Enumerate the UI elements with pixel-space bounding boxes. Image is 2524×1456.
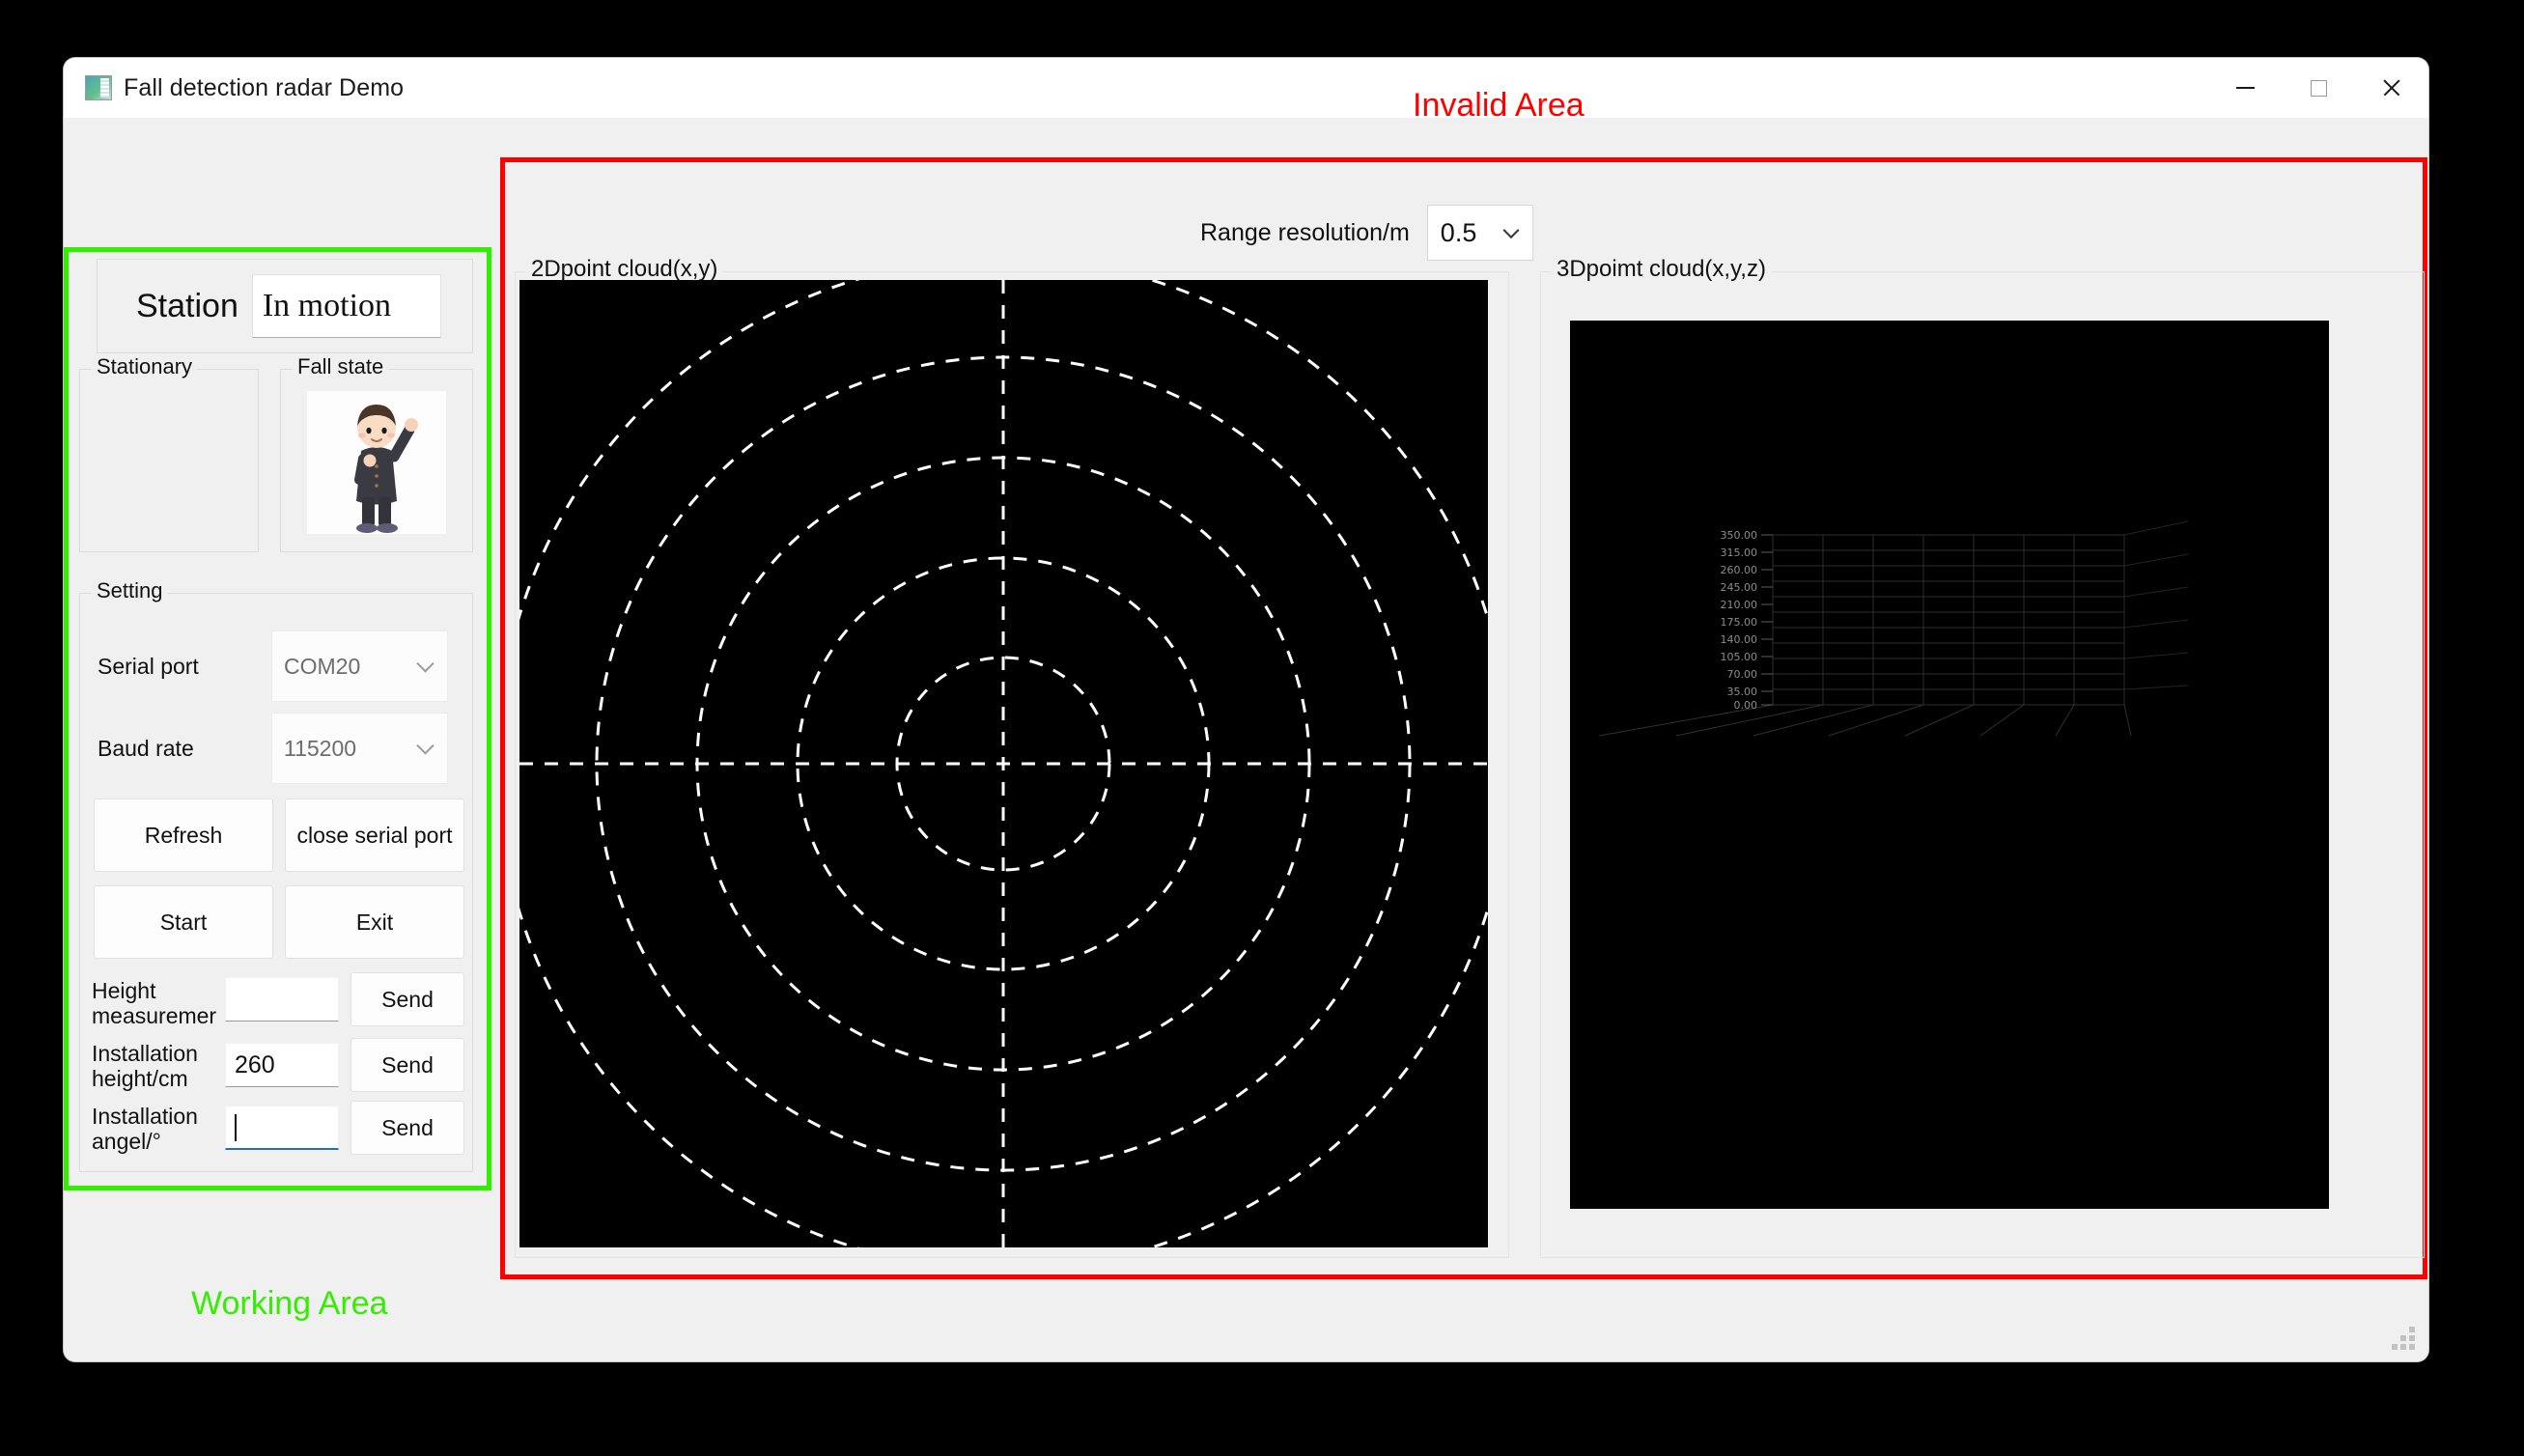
fall-state-group: Fall state: [280, 354, 473, 552]
person-standing-waving-icon: [307, 391, 446, 534]
refresh-button[interactable]: Refresh: [94, 798, 273, 872]
window-title: Fall detection radar Demo: [124, 73, 405, 101]
serial-port-value: COM20: [284, 653, 361, 679]
chevron-down-icon: [416, 655, 435, 673]
installation-angle-label: Installation angel/°: [92, 1104, 198, 1155]
installation-height-input[interactable]: 260: [225, 1043, 339, 1087]
setting-group-title: Setting: [92, 578, 168, 603]
baud-rate-label: Baud rate: [98, 736, 194, 761]
height-measurement-input[interactable]: [225, 977, 339, 1022]
station-label: Station: [136, 287, 238, 324]
perspective-3d-grid: 350.00 315.00 260.00 245.00 210.00 175.00 140.…: [1570, 321, 2329, 1209]
chevron-down-icon: [1502, 222, 1520, 239]
height-measurement-send-button[interactable]: Send: [351, 972, 464, 1026]
installation-height-label: Installation height/cm: [92, 1041, 198, 1092]
station-value-field[interactable]: In motion: [251, 274, 441, 338]
station-group: Station In motion: [97, 259, 473, 353]
range-resolution-value: 0.5: [1440, 217, 1477, 247]
title-bar: Fall detection radar Demo: [64, 58, 2428, 118]
z-axis-tick-label: 350.00: [1721, 529, 1758, 542]
maximize-icon: [2310, 79, 2327, 97]
serial-port-select[interactable]: COM20: [271, 630, 448, 702]
point-cloud-2d-canvas[interactable]: [495, 256, 1511, 1272]
maximize-button[interactable]: [2282, 58, 2355, 118]
plot-3d-title: 3Dpoimt cloud(x,y,z): [1551, 256, 1772, 283]
working-area-panel: Station In motion Stationary Fall state: [70, 253, 486, 1185]
z-axis-tick-label: 0.00: [1734, 699, 1758, 712]
close-icon: [2382, 78, 2401, 98]
exit-button[interactable]: Exit: [285, 885, 464, 959]
point-cloud-3d-canvas[interactable]: 350.00 315.00 260.00 245.00 210.00 175.00 140.…: [1570, 321, 2329, 1209]
minimize-button[interactable]: [2208, 58, 2282, 118]
z-axis-tick-label: 210.00: [1721, 599, 1758, 611]
close-serial-port-button[interactable]: close serial port: [285, 798, 464, 872]
chevron-down-icon: [416, 737, 435, 755]
close-button[interactable]: [2355, 58, 2428, 118]
range-resolution-row: Range resolution/m 0.5: [1200, 205, 1533, 261]
radar-polar-plot: [495, 256, 1511, 1272]
installation-height-send-button[interactable]: Send: [351, 1038, 464, 1092]
z-axis-tick-label: 105.00: [1721, 651, 1758, 663]
z-axis-tick-label: 260.00: [1721, 564, 1758, 576]
invalid-area-annotation: Invalid Area: [1413, 87, 1585, 124]
plot-2d-title: 2Dpoint cloud(x,y): [525, 256, 724, 283]
stationary-group: Stationary: [79, 354, 259, 552]
serial-port-label: Serial port: [98, 654, 199, 679]
range-resolution-select[interactable]: 0.5: [1426, 205, 1533, 261]
working-area-annotation: Working Area: [191, 1285, 388, 1322]
setting-group: Setting Serial port COM20 Baud rate 1152…: [79, 578, 473, 1172]
range-resolution-label: Range resolution/m: [1200, 218, 1410, 246]
baud-rate-select[interactable]: 115200: [271, 713, 448, 784]
resize-grip[interactable]: [2392, 1327, 2415, 1350]
z-axis-tick-label: 315.00: [1721, 546, 1758, 559]
app-window-icon: [85, 75, 112, 100]
person-figure-svg: [354, 405, 418, 533]
minimize-icon: [2235, 87, 2255, 89]
z-axis-tick-label: 140.00: [1721, 633, 1758, 646]
installation-angle-input[interactable]: [225, 1106, 339, 1150]
screenshot-root: Fall detection radar Demo Invalid Area W…: [0, 0, 2524, 1456]
stationary-group-title: Stationary: [92, 354, 198, 379]
z-axis-tick-label: 175.00: [1721, 616, 1758, 629]
window-controls: [2208, 58, 2428, 118]
z-axis-tick-label: 35.00: [1727, 686, 1758, 698]
fall-state-group-title: Fall state: [293, 354, 389, 379]
start-button[interactable]: Start: [94, 885, 273, 959]
baud-rate-value: 115200: [284, 735, 357, 761]
plot-2d-group: 2Dpoint cloud(x,y): [495, 256, 1511, 1272]
installation-angle-send-button[interactable]: Send: [351, 1101, 464, 1155]
z-axis-tick-label: 70.00: [1727, 668, 1758, 681]
z-axis-tick-label: 245.00: [1721, 581, 1758, 594]
height-measurement-label: Height measuremer: [92, 978, 217, 1029]
plot-3d-group: 3Dpoimt cloud(x,y,z) 350.00 315.00 260.0…: [1540, 256, 2425, 1258]
text-caret: [235, 1113, 237, 1141]
